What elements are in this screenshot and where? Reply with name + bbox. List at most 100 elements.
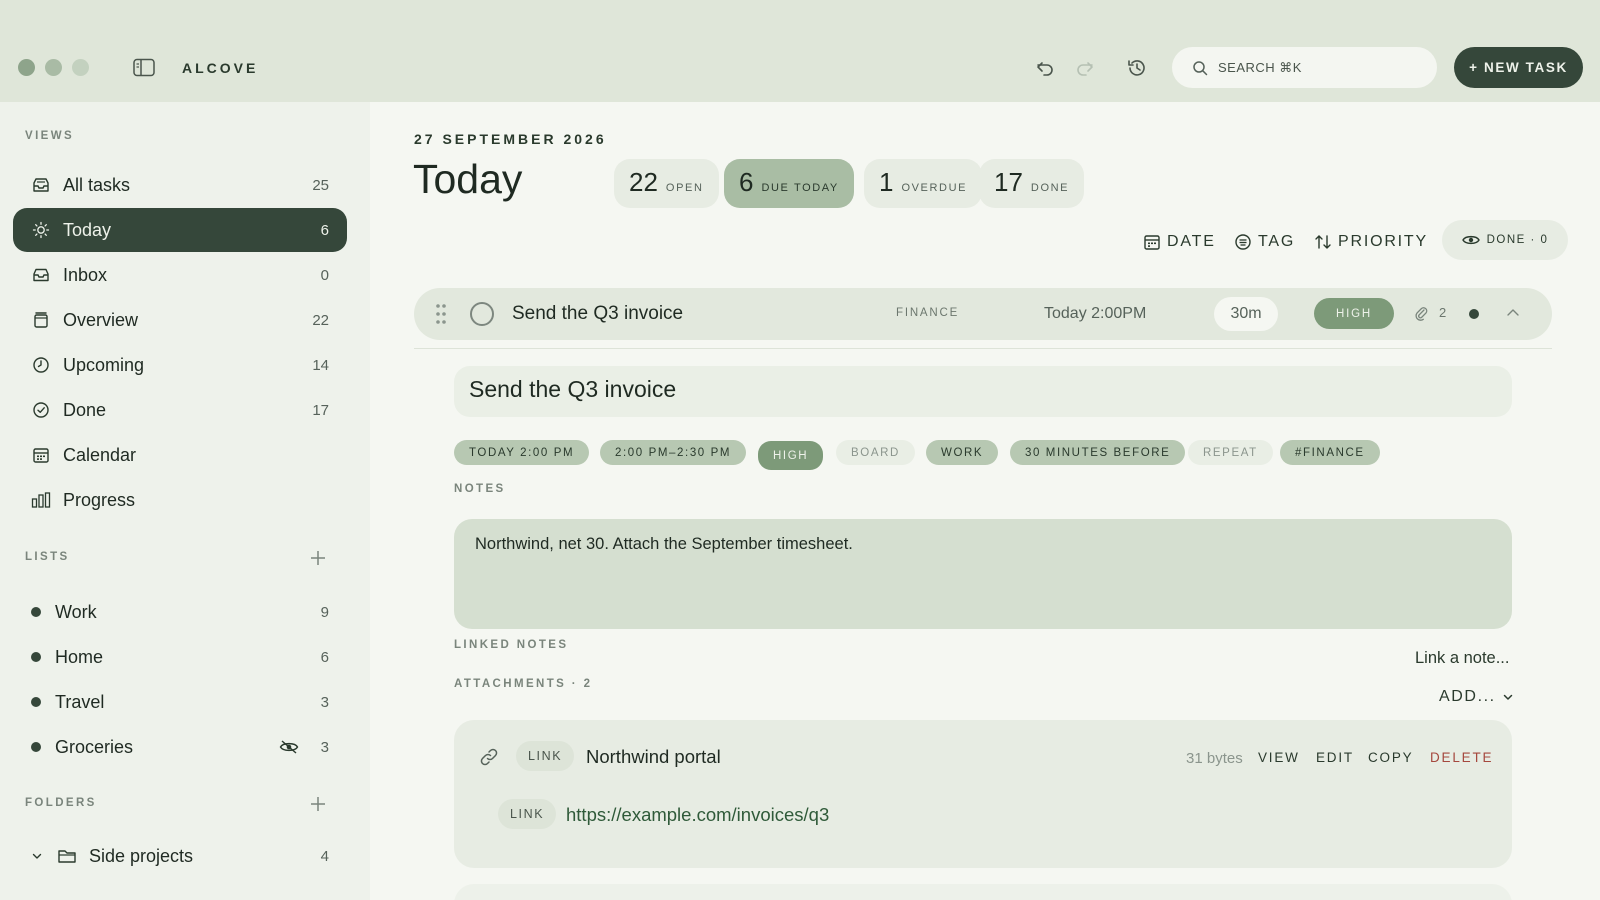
stat-done[interactable]: 17 DONE: [979, 159, 1085, 208]
attachment-view-button[interactable]: VIEW: [1258, 750, 1300, 765]
task-status-dot: [1469, 309, 1479, 319]
list-color-dot: [31, 607, 41, 617]
sun-icon: [31, 220, 51, 240]
chip-priority[interactable]: HIGH: [758, 441, 824, 470]
window-minimize-button[interactable]: [45, 59, 62, 76]
redo-icon[interactable]: [1073, 56, 1097, 80]
add-list-icon[interactable]: [309, 549, 327, 567]
eye-off-icon[interactable]: [279, 740, 299, 754]
task-title[interactable]: Send the Q3 invoice: [512, 303, 683, 325]
sidebar-item-today[interactable]: Today 6: [13, 208, 347, 252]
chip-reminder[interactable]: 30 MINUTES BEFORE: [1010, 440, 1186, 465]
list-item-home[interactable]: Home 6: [13, 637, 347, 677]
chip-tag[interactable]: #FINANCE: [1280, 440, 1380, 465]
add-folder-icon[interactable]: [309, 795, 327, 813]
list-item-count: 9: [320, 603, 329, 621]
sort-date-button[interactable]: DATE: [1143, 233, 1216, 251]
sidebar-item-label: Progress: [63, 489, 136, 510]
sidebar-item-upcoming[interactable]: Upcoming 14: [13, 343, 347, 387]
sort-priority-button[interactable]: PRIORITY: [1314, 233, 1428, 251]
undo-icon[interactable]: [1033, 56, 1057, 80]
history-icon[interactable]: [1125, 56, 1149, 80]
chip-repeat[interactable]: REPEAT: [1188, 440, 1273, 465]
current-date: 27 SEPTEMBER 2026: [414, 131, 607, 147]
task-priority-badge: HIGH: [1314, 298, 1394, 329]
stat-number: 6: [739, 167, 754, 197]
list-item-label: Groceries: [55, 736, 134, 757]
add-attachment-label: ADD...: [1439, 688, 1496, 705]
show-done-toggle[interactable]: DONE · 0: [1442, 220, 1568, 260]
attachment-edit-button[interactable]: EDIT: [1316, 750, 1354, 765]
chip-time-range[interactable]: 2:00 PM–2:30 PM: [600, 440, 747, 465]
stat-label: OVERDUE: [901, 182, 968, 194]
drag-handle-icon[interactable]: [434, 303, 448, 325]
bar-chart-icon: [31, 490, 51, 510]
list-item-label: Home: [55, 646, 104, 667]
task-complete-checkbox[interactable]: [470, 302, 494, 326]
list-item-travel[interactable]: Travel 3: [13, 682, 347, 722]
divider: [414, 348, 1552, 349]
list-item-count: 3: [320, 738, 329, 756]
attachment-url-link[interactable]: https://example.com/invoices/q3: [566, 804, 829, 826]
calendar-icon: [1144, 235, 1160, 250]
window-close-button[interactable]: [18, 59, 35, 76]
paperclip-icon: [1414, 305, 1428, 321]
add-attachment-button[interactable]: ADD...: [1439, 688, 1514, 706]
task-list-tag: FINANCE: [896, 307, 960, 319]
chevron-up-icon[interactable]: [1504, 304, 1522, 322]
sort-arrows-icon: [1315, 235, 1331, 249]
sidebar-item-label: Upcoming: [63, 354, 145, 375]
list-item-groceries[interactable]: Groceries 3: [13, 727, 347, 767]
new-task-button[interactable]: + NEW TASK: [1454, 47, 1583, 88]
list-item-count: 3: [320, 693, 329, 711]
attachments-label: ATTACHMENTS · 2: [454, 678, 593, 690]
search-input[interactable]: [1218, 60, 1418, 75]
task-due-date: Today 2:00PM: [1044, 305, 1147, 322]
sidebar-item-calendar[interactable]: Calendar: [13, 433, 347, 477]
sidebar-item-count: 22: [312, 311, 329, 329]
chip-list[interactable]: WORK: [926, 440, 999, 465]
sidebar-item-all-tasks[interactable]: All tasks 25: [13, 163, 347, 207]
sidebar-item-inbox[interactable]: Inbox 0: [13, 253, 347, 297]
task-duration: 30m: [1214, 297, 1278, 331]
link-note-button[interactable]: Link a note...: [1415, 649, 1509, 668]
sort-date-label: DATE: [1167, 233, 1216, 250]
notes-field[interactable]: Northwind, net 30. Attach the September …: [454, 519, 1512, 629]
task-title-field[interactable]: Send the Q3 invoice: [454, 366, 1512, 417]
sidebar-item-label: Overview: [63, 309, 139, 330]
eye-icon: [1461, 235, 1480, 245]
list-item-work[interactable]: Work 9: [13, 592, 347, 632]
sidebar-item-overview[interactable]: Overview 22: [13, 298, 347, 342]
notes-label: NOTES: [454, 483, 506, 495]
chevron-down-icon[interactable]: [31, 849, 45, 863]
sidebar-item-label: Inbox: [63, 264, 108, 285]
window-zoom-button[interactable]: [72, 59, 89, 76]
attachment-copy-button[interactable]: COPY: [1368, 750, 1413, 765]
sidebar-toggle-icon[interactable]: [133, 58, 155, 77]
sidebar-item-done[interactable]: Done 17: [13, 388, 347, 432]
sort-tag-label: TAG: [1258, 233, 1296, 250]
attachment-delete-button[interactable]: DELETE: [1430, 750, 1493, 765]
search-box[interactable]: [1172, 47, 1437, 88]
attachment-name[interactable]: Northwind portal: [586, 746, 721, 768]
chip-board[interactable]: BOARD: [836, 440, 915, 465]
task-row[interactable]: Send the Q3 invoice FINANCE Today 2:00PM…: [414, 288, 1552, 340]
attachment-card: LINK Northwind portal 31 bytes VIEW EDIT…: [454, 720, 1512, 868]
sidebar-item-count: 0: [320, 266, 329, 284]
stat-overdue[interactable]: 1 OVERDUE: [864, 159, 983, 208]
inbox-icon: [31, 265, 51, 285]
folder-item-count: 4: [320, 847, 329, 865]
stat-open[interactable]: 22 OPEN: [614, 159, 719, 208]
sidebar-item-label: Calendar: [63, 444, 137, 465]
main-content: 27 SEPTEMBER 2026 Today 22 OPEN 6 DUE TO…: [370, 102, 1600, 900]
sidebar: VIEWS All tasks 25 Today 6 Inbox 0 Overv…: [0, 102, 370, 900]
show-done-label: DONE · 0: [1486, 234, 1549, 246]
folders-section-label: FOLDERS: [25, 797, 97, 809]
chip-due-date[interactable]: TODAY 2:00 PM: [454, 440, 590, 465]
app-name: ALCOVE: [182, 60, 259, 76]
search-icon: [1193, 60, 1208, 75]
sort-tag-button[interactable]: TAG: [1234, 233, 1295, 251]
sidebar-item-progress[interactable]: Progress: [13, 478, 347, 522]
folder-item-side-projects[interactable]: Side projects 4: [13, 836, 347, 876]
stat-due-today[interactable]: 6 DUE TODAY: [724, 159, 854, 208]
